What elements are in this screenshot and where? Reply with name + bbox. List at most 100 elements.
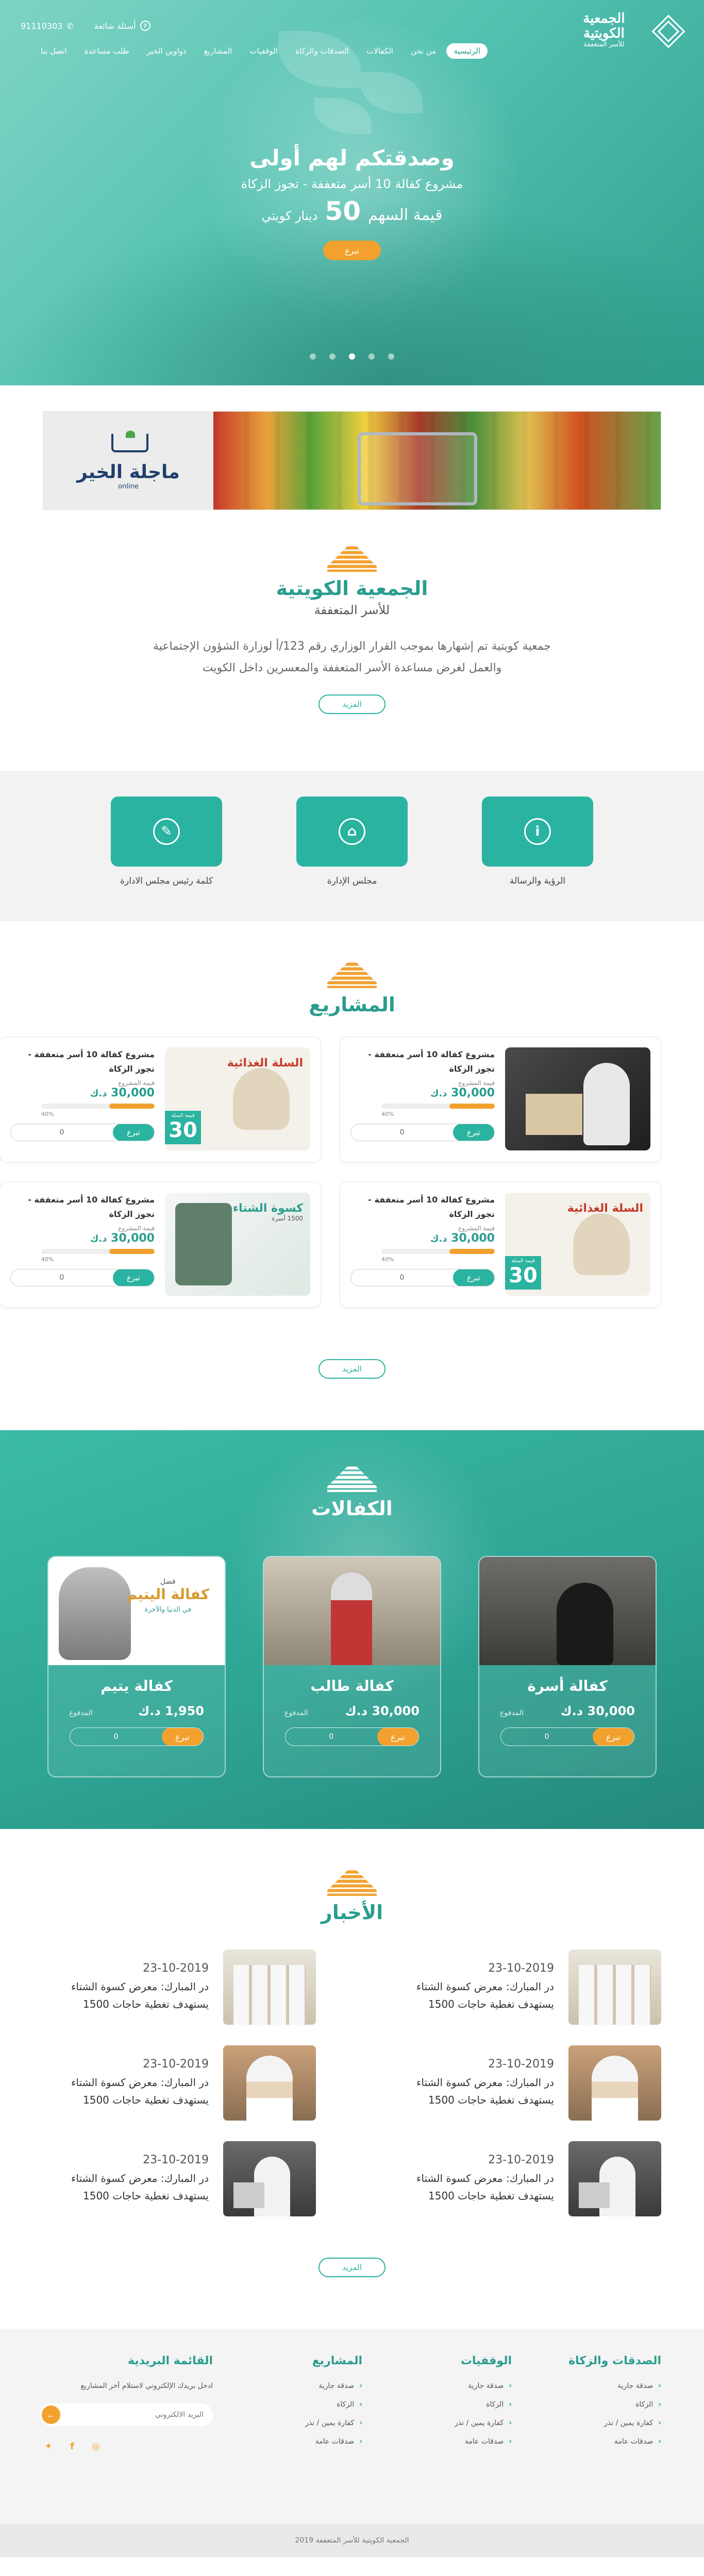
donation-amount-input[interactable] [11, 1124, 113, 1141]
sponsorship-card-student[interactable]: كفالة طالب 30,000 د.ك المدفوع تبرع [263, 1556, 441, 1777]
slider-dot[interactable] [329, 353, 336, 360]
footer-link[interactable]: الزكاة [512, 2400, 661, 2409]
project-card[interactable]: مشروع كفالة 10 أسر متعففة - تجوز الزكاة … [340, 1037, 661, 1162]
project-donate-button[interactable]: تبرع [113, 1269, 154, 1286]
nav-charity-zakat[interactable]: الصدقات والزكاة [288, 43, 356, 59]
project-card[interactable]: السلة الغذائية قيمة السلة 30 مشروع كفالة… [0, 1037, 321, 1162]
projects-more-button[interactable]: المزيد [319, 1359, 385, 1379]
site-logo[interactable]: الجمعية الكويتية للأسر المتعففة [563, 10, 681, 49]
newsletter-submit-button[interactable]: ← [42, 2405, 60, 2424]
promo-banner[interactable]: ماجلة الخير online [43, 411, 661, 510]
nav-diwans[interactable]: دواوين الخير [140, 43, 194, 59]
footer-link[interactable]: صدقات عامة [362, 2437, 512, 2446]
pillar-label: مجلس الإدارة [327, 876, 377, 886]
footer-link[interactable]: صدقة جارية [512, 2382, 661, 2390]
footer-link[interactable]: صدقات عامة [213, 2437, 362, 2446]
pillar-vision[interactable]: i الرؤية والرسالة [482, 796, 593, 921]
share-price-value: 50 [325, 196, 361, 226]
footer-link[interactable]: كفارة يمين / نذر [512, 2419, 661, 2427]
donation-amount-input[interactable] [286, 1728, 377, 1745]
news-text: 23-10-2019 در المبارك: معرض كسوة الشتاء … [43, 1962, 209, 2013]
sponsorship-donate-button[interactable]: تبرع [377, 1728, 418, 1745]
sponsorship-card-family[interactable]: كفالة أسرة 30,000 د.ك المدفوع تبرع [478, 1556, 657, 1777]
footer-link[interactable]: صدقة جارية [213, 2382, 362, 2390]
about-more-button[interactable]: المزيد [319, 694, 385, 714]
nav-endowments[interactable]: الوقفيات [242, 43, 284, 59]
news-image [568, 2045, 661, 2121]
project-donate-form: تبرع [350, 1124, 495, 1141]
donation-amount-input[interactable] [351, 1124, 453, 1141]
donation-amount-input[interactable] [11, 1269, 113, 1286]
news-more-button[interactable]: المزيد [319, 2258, 385, 2277]
news-headline[interactable]: در المبارك: معرض كسوة الشتاء يستهدف تغطي… [43, 2170, 209, 2205]
news-headline[interactable]: در المبارك: معرض كسوة الشتاء يستهدف تغطي… [388, 2170, 554, 2205]
newsletter-form: ← [40, 2403, 213, 2426]
project-donate-button[interactable]: تبرع [453, 1124, 494, 1141]
donation-amount-input[interactable] [501, 1728, 593, 1745]
project-value-label: قيمة المشروع [458, 1225, 495, 1232]
instagram-icon[interactable]: ◎ [90, 2441, 102, 2452]
footer-link[interactable]: صدقة جارية [362, 2382, 512, 2390]
news-headline[interactable]: در المبارك: معرض كسوة الشتاء يستهدف تغطي… [388, 2074, 554, 2109]
project-card[interactable]: كسوة الشتاء 1500 أسرة مشروع كفالة 10 أسر… [0, 1182, 321, 1308]
donation-amount-input[interactable] [351, 1269, 453, 1286]
twitter-icon[interactable]: ✦ [43, 2441, 54, 2452]
sponsorship-donate-button[interactable]: تبرع [593, 1728, 634, 1745]
phone-number: 91110303 [21, 21, 63, 31]
pillar-box[interactable]: i [482, 796, 593, 867]
project-title: مشروع كفالة 10 أسر متعففة - تجوز الزكاة [368, 1049, 495, 1074]
project-progress-bar [381, 1249, 495, 1254]
news-date: 23-10-2019 [143, 1961, 209, 1975]
news-headline[interactable]: در المبارك: معرض كسوة الشتاء يستهدف تغطي… [43, 1978, 209, 2013]
slider-dot[interactable] [388, 353, 394, 360]
nav-contact[interactable]: اتصل بنا [33, 43, 74, 59]
news-item[interactable]: 23-10-2019 در المبارك: معرض كسوة الشتاء … [43, 2141, 316, 2216]
project-donate-button[interactable]: تبرع [453, 1269, 494, 1286]
footer-link[interactable]: صدقات عامة [512, 2437, 661, 2446]
project-card[interactable]: السلة الغذائية قيمة السلة 30 مشروع كفالة… [340, 1182, 661, 1308]
sponsorship-card-orphan[interactable]: فضل كفالة اليتيم في الدنيا والآخرة كفالة… [47, 1556, 226, 1777]
news-date: 23-10-2019 [143, 2057, 209, 2071]
sponsorship-donate-button[interactable]: تبرع [162, 1728, 203, 1745]
news-item[interactable]: 23-10-2019 در المبارك: معرض كسوة الشتاء … [388, 2141, 661, 2216]
nav-projects[interactable]: المشاريع [197, 43, 240, 59]
news-headline[interactable]: در المبارك: معرض كسوة الشتاء يستهدف تغطي… [388, 1978, 554, 2013]
donation-amount-input[interactable] [70, 1728, 162, 1745]
phone-link[interactable]: ✆ 91110303 [21, 21, 74, 31]
pillar-board[interactable]: ⌂ مجلس الإدارة [296, 796, 408, 921]
project-donate-button[interactable]: تبرع [113, 1124, 154, 1141]
faq-link[interactable]: ? أسئلة شائعة [94, 21, 150, 31]
paid-label: المدفوع [284, 1709, 308, 1717]
facebook-icon[interactable]: f [66, 2441, 78, 2452]
badge-label: قيمة السلة [511, 1258, 535, 1264]
sponsorship-paid: 30,000 د.ك المدفوع [264, 1704, 440, 1718]
news-headline[interactable]: در المبارك: معرض كسوة الشتاء يستهدف تغطي… [43, 2074, 209, 2109]
project-progress-bar [41, 1249, 155, 1254]
news-item[interactable]: 23-10-2019 در المبارك: معرض كسوة الشتاء … [43, 1950, 316, 2025]
pillar-chairman-word[interactable]: ✎ كلمة رئيس مجلس الادارة [111, 796, 222, 921]
news-item[interactable]: 23-10-2019 در المبارك: معرض كسوة الشتاء … [388, 2045, 661, 2121]
nav-sponsorships[interactable]: الكفالات [359, 43, 400, 59]
pillar-box[interactable]: ✎ [111, 796, 222, 867]
hero-donate-button[interactable]: تبرع [323, 241, 381, 260]
slider-dot[interactable] [368, 353, 375, 360]
banner-logo: ماجلة الخير online [43, 412, 213, 510]
news-item[interactable]: 23-10-2019 در المبارك: معرض كسوة الشتاء … [43, 2045, 316, 2121]
slider-dot-active[interactable] [349, 353, 355, 360]
nav-home[interactable]: الرئيسية [446, 43, 488, 59]
project-progress-bar [41, 1104, 155, 1109]
footer-link[interactable]: الزكاة [213, 2400, 362, 2409]
project-image: كسوة الشتاء 1500 أسرة [165, 1193, 310, 1296]
footer-link[interactable]: كفارة يمين / نذر [362, 2419, 512, 2427]
slider-dot[interactable] [310, 353, 316, 360]
project-info: مشروع كفالة 10 أسر متعففة - تجوز الزكاة … [10, 1193, 155, 1297]
footer-link[interactable]: الزكاة [362, 2400, 512, 2409]
news-item[interactable]: 23-10-2019 در المبارك: معرض كسوة الشتاء … [388, 1950, 661, 2025]
logo-title: الجمعية الكويتية [583, 10, 625, 41]
newsletter-email-input[interactable] [60, 2403, 213, 2426]
nav-about[interactable]: من نحن [404, 43, 444, 59]
nav-request-help[interactable]: طلب مساعدة [77, 43, 137, 59]
pillar-box[interactable]: ⌂ [296, 796, 408, 867]
footer-link[interactable]: كفارة يمين / نذر [213, 2419, 362, 2427]
projects-grid: مشروع كفالة 10 أسر متعففة - تجوز الزكاة … [0, 1037, 661, 1308]
